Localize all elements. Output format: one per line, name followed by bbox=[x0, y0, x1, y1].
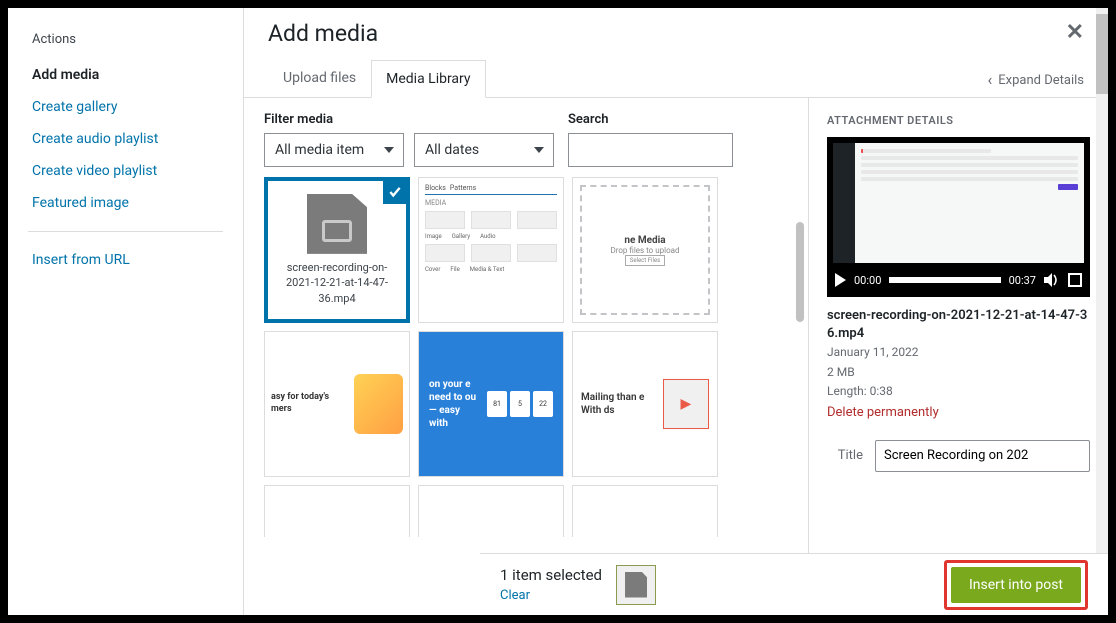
video-current-time: 00:00 bbox=[854, 274, 881, 287]
clear-selection-link[interactable]: Clear bbox=[500, 588, 530, 603]
expand-details-toggle[interactable]: Expand Details bbox=[987, 69, 1084, 88]
attachments-grid: screen-recording-on-2021-12-21-at-14-47-… bbox=[264, 177, 788, 537]
check-icon[interactable] bbox=[383, 180, 407, 204]
attachment-item[interactable]: asy for today's mers bbox=[264, 331, 410, 477]
attachment-item[interactable]: ne MediaDrop files to uploadSelect Files bbox=[572, 177, 718, 323]
attachment-filename: screen-recording-on-2021-12-21-at-14-47-… bbox=[268, 254, 406, 306]
selection-count: 1 item selected bbox=[500, 566, 602, 584]
delete-permanently-link[interactable]: Delete permanently bbox=[827, 405, 939, 420]
sidebar-heading: Actions bbox=[8, 32, 243, 59]
sidebar-item-create-audio-playlist[interactable]: Create audio playlist bbox=[8, 123, 243, 155]
details-length: Length: 0:38 bbox=[827, 382, 1090, 401]
video-file-icon bbox=[625, 572, 647, 598]
sidebar-item-create-gallery[interactable]: Create gallery bbox=[8, 91, 243, 123]
sidebar-item-featured-image[interactable]: Featured image bbox=[8, 187, 243, 219]
modal-title: Add media bbox=[268, 20, 378, 47]
modal-footer: 1 item selected Clear Insert into post bbox=[480, 553, 1108, 615]
insert-into-post-button[interactable]: Insert into post bbox=[951, 567, 1081, 603]
details-scrollbar[interactable] bbox=[1096, 98, 1108, 615]
details-heading: ATTACHMENT DETAILS bbox=[827, 114, 1090, 127]
fullscreen-icon[interactable] bbox=[1068, 273, 1082, 287]
attachment-item[interactable]: PricingDemoResources bbox=[418, 485, 564, 537]
search-label: Search bbox=[568, 112, 733, 127]
volume-icon[interactable] bbox=[1044, 273, 1060, 287]
attachment-item[interactable]: on your e need to ou — easy with81522 bbox=[418, 331, 564, 477]
close-icon[interactable]: ✕ bbox=[1066, 20, 1084, 45]
video-preview: 00:00 00:37 bbox=[827, 137, 1090, 297]
insert-highlight: Insert into post bbox=[944, 560, 1088, 610]
tab-media-library[interactable]: Media Library bbox=[371, 60, 485, 98]
attachment-item[interactable]: BlocksPatterns MEDIA ImageGalleryAudio C… bbox=[418, 177, 564, 323]
attachment-item[interactable]: PricingDemoResources bbox=[572, 485, 718, 537]
attachment-details-panel: ATTACHMENT DETAILS 00:00 00:37 screen-re… bbox=[808, 98, 1108, 615]
search-input[interactable] bbox=[568, 133, 733, 167]
attachment-item[interactable]: ild Conversion Boosting Forms bbox=[264, 485, 410, 537]
sidebar-item-create-video-playlist[interactable]: Create video playlist bbox=[8, 155, 243, 187]
details-filename: screen-recording-on-2021-12-21-at-14-47-… bbox=[827, 307, 1090, 343]
details-size: 2 MB bbox=[827, 363, 1090, 382]
media-modal: Actions Add media Create gallery Create … bbox=[8, 8, 1108, 615]
attachment-item[interactable]: Mailing than e With ds bbox=[572, 331, 718, 477]
video-duration: 00:37 bbox=[1009, 274, 1036, 287]
main-panel: Add media ✕ Upload files Media Library E… bbox=[244, 8, 1108, 615]
filter-media-label: Filter media bbox=[264, 112, 554, 127]
attachment-item[interactable]: screen-recording-on-2021-12-21-at-14-47-… bbox=[264, 177, 410, 323]
play-icon[interactable] bbox=[835, 273, 846, 287]
selection-thumbnail[interactable] bbox=[616, 565, 656, 605]
media-type-select[interactable]: All media item bbox=[264, 133, 404, 167]
tab-upload-files[interactable]: Upload files bbox=[268, 59, 371, 97]
dates-select[interactable]: All dates bbox=[414, 133, 554, 167]
grid-scrollbar[interactable] bbox=[796, 222, 804, 322]
video-file-icon bbox=[307, 194, 367, 254]
title-field-label: Title bbox=[827, 448, 863, 463]
actions-sidebar: Actions Add media Create gallery Create … bbox=[8, 8, 244, 615]
sidebar-item-insert-from-url[interactable]: Insert from URL bbox=[8, 244, 243, 276]
details-date: January 11, 2022 bbox=[827, 343, 1090, 362]
video-progress-bar[interactable] bbox=[889, 277, 1000, 283]
sidebar-item-add-media[interactable]: Add media bbox=[8, 59, 243, 91]
title-field[interactable] bbox=[875, 440, 1090, 472]
attachments-browser: Filter media All media item All dates Se… bbox=[244, 98, 808, 615]
sidebar-divider bbox=[28, 231, 223, 232]
